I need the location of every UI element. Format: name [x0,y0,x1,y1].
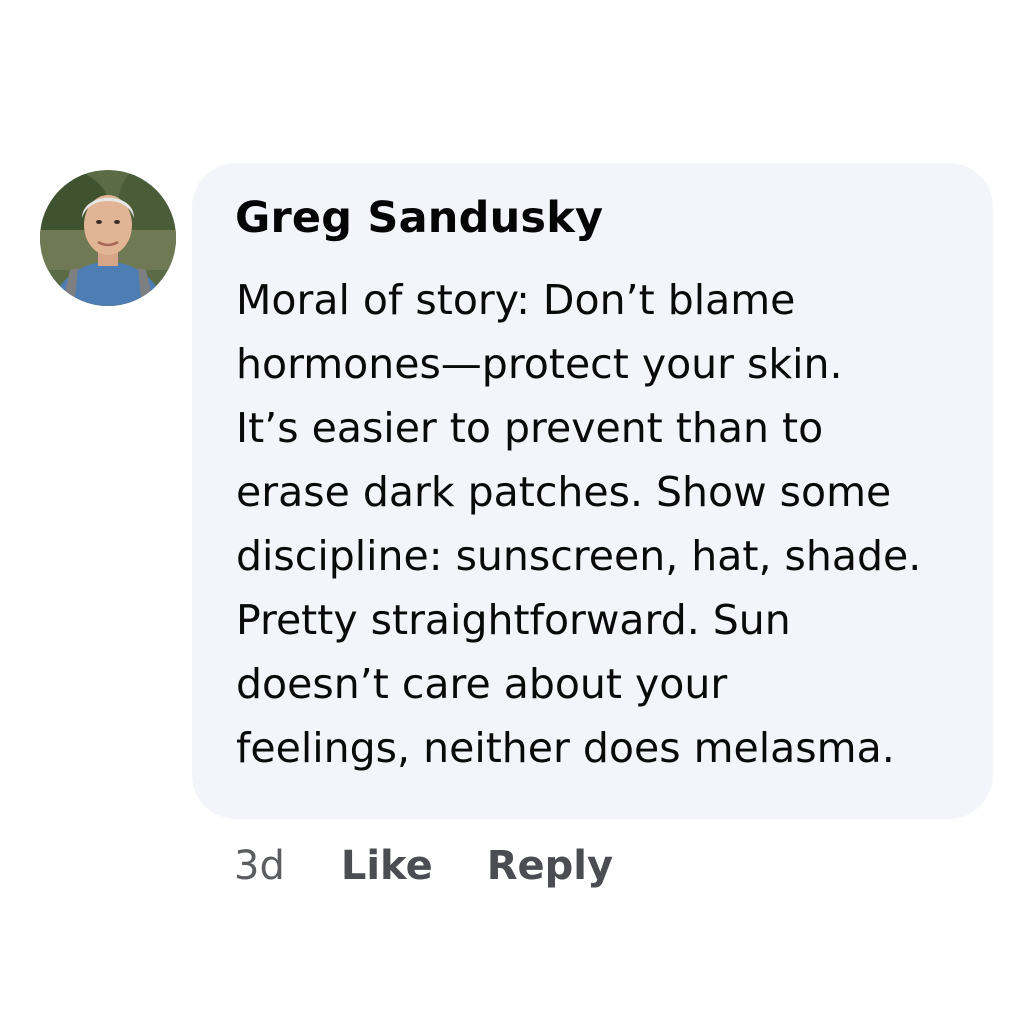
comment-line: erase dark patches. Show some [236,468,892,516]
comment-bubble: Greg Sandusky Moral of story: Don’t blam… [192,163,993,819]
timestamp[interactable]: 3d [234,843,285,889]
like-button[interactable]: Like [341,843,433,889]
avatar[interactable] [40,170,176,306]
comment: Greg Sandusky Moral of story: Don’t blam… [0,0,1024,1024]
comment-line: It’s easier to prevent than to [236,404,824,452]
profile-photo-icon [40,170,176,306]
comment-line: hormones—protect your skin. [236,340,843,388]
comment-line: feelings, neither does melasma. [236,724,895,772]
comment-actions: 3d Like Reply [234,838,667,894]
author-name[interactable]: Greg Sandusky [235,193,603,243]
comment-line: Pretty straightforward. Sun [236,596,791,644]
comment-line: Moral of story: Don’t blame [236,276,796,324]
comment-line: discipline: sunscreen, hat, shade. [236,532,922,580]
comment-line: doesn’t care about your [236,660,728,708]
comment-text: Moral of story: Don’t blame hormones—pro… [236,268,996,780]
reply-button[interactable]: Reply [487,843,613,889]
